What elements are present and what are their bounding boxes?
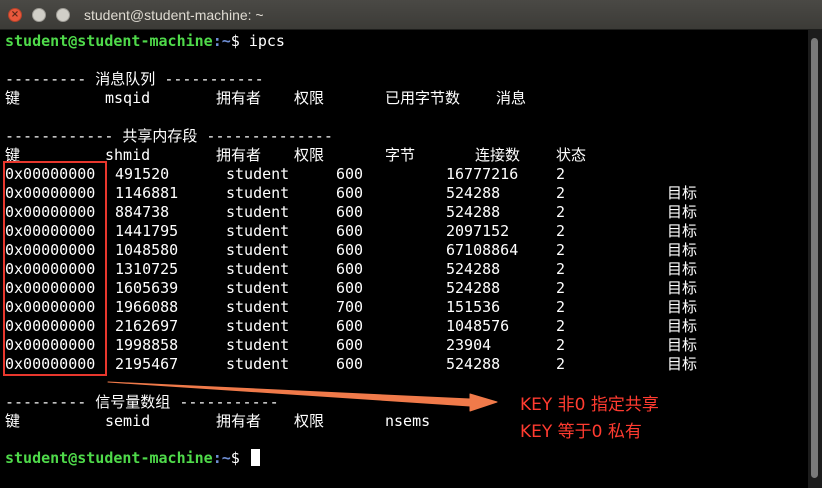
terminal-window: × student@student-machine: ~ student@stu… xyxy=(0,0,822,488)
annotation-line-1: KEY 非0 指定共享 xyxy=(520,395,659,415)
annotation-arrow xyxy=(107,381,498,412)
annotation-line-2: KEY 等于0 私有 xyxy=(520,422,642,442)
arrow-shape xyxy=(107,381,498,412)
